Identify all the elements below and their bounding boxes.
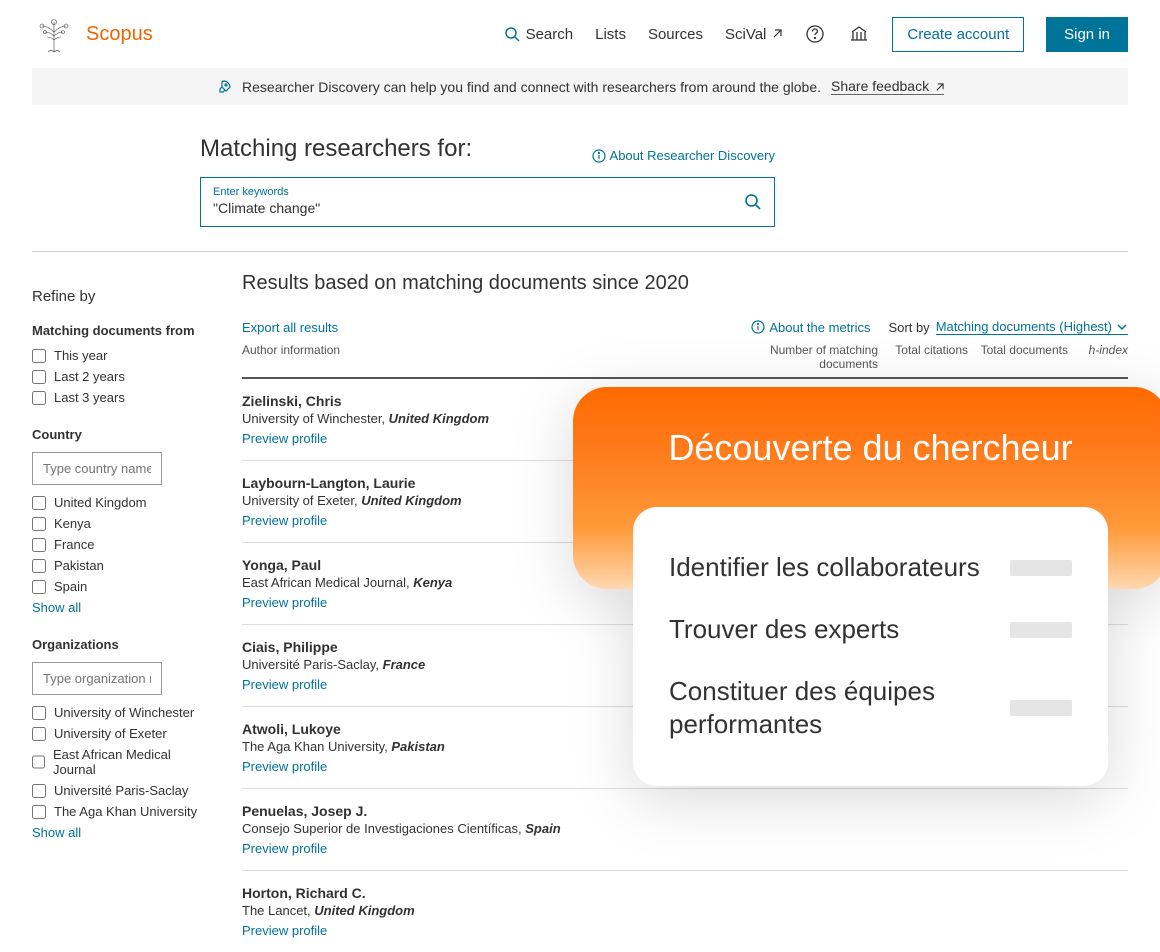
refine-title: Refine by <box>32 288 202 305</box>
create-account-button[interactable]: Create account <box>892 17 1024 52</box>
brand-text: Scopus <box>86 23 153 46</box>
search-section: Matching researchers for: About Research… <box>0 105 1160 227</box>
filter-title-orgs: Organizations <box>32 637 202 652</box>
col-citations: Total citations <box>878 343 968 371</box>
filter-org-winchester[interactable]: University of Winchester <box>32 705 202 720</box>
banner-text: Researcher Discovery can help you find a… <box>242 79 821 95</box>
preview-profile-link[interactable]: Preview profile <box>242 841 327 856</box>
institution-icon[interactable] <box>848 23 870 45</box>
info-icon <box>592 149 606 163</box>
overlay-list: Identifier les collaborateurs Trouver de… <box>633 507 1108 786</box>
about-discovery-link[interactable]: About Researcher Discovery <box>592 148 775 163</box>
organization-input[interactable] <box>32 662 162 695</box>
nav-lists[interactable]: Lists <box>595 26 626 43</box>
external-link-icon <box>772 29 782 39</box>
table-row: Penuelas, Josep J. Consejo Superior de In… <box>242 789 1128 871</box>
search-submit-icon[interactable] <box>744 193 762 211</box>
page-title: Matching researchers for: <box>200 135 472 163</box>
overlay-card: Découverte du chercheur Identifier les c… <box>573 387 1160 589</box>
sort-control: Sort by Matching documents (Highest) <box>889 319 1129 335</box>
filter-title-country: Country <box>32 427 202 442</box>
table-header: Author information Number of matching do… <box>242 343 1128 379</box>
filter-kenya[interactable]: Kenya <box>32 516 202 531</box>
export-results-link[interactable]: Export all results <box>242 320 338 335</box>
table-row: Horton, Richard C. The Lancet, United Kin… <box>242 871 1128 952</box>
preview-profile-link[interactable]: Preview profile <box>242 595 327 610</box>
filter-org-aga-khan[interactable]: The Aga Khan University <box>32 804 202 819</box>
author-name[interactable]: Horton, Richard C. <box>242 885 1128 901</box>
rocket-icon <box>216 79 232 95</box>
author-info: Horton, Richard C. The Lancet, United Kin… <box>242 885 1128 938</box>
logo-area[interactable]: Scopus <box>32 14 153 54</box>
filter-org-eamj[interactable]: East African Medical Journal <box>32 747 202 777</box>
main-nav: Search Lists Sources SciVal Create accou… <box>504 17 1128 52</box>
placeholder-bar <box>1010 560 1072 576</box>
author-info: Penuelas, Josep J. Consejo Superior de In… <box>242 803 1128 856</box>
preview-profile-link[interactable]: Preview profile <box>242 513 327 528</box>
filter-group-country: Country United Kingdom Kenya France Paki… <box>32 427 202 615</box>
info-icon <box>751 320 765 334</box>
country-input[interactable] <box>32 452 162 485</box>
chevron-down-icon <box>1116 321 1128 333</box>
refine-sidebar: Refine by Matching documents from This y… <box>32 252 202 952</box>
filter-this-year[interactable]: This year <box>32 348 202 363</box>
external-link-icon <box>935 83 944 92</box>
overlay-title: Découverte du chercheur <box>623 427 1118 469</box>
content-area: Refine by Matching documents from This y… <box>0 252 1160 952</box>
placeholder-bar <box>1010 622 1072 638</box>
overlay-item-1: Identifier les collaborateurs <box>669 537 1072 599</box>
help-icon[interactable] <box>804 23 826 45</box>
preview-profile-link[interactable]: Preview profile <box>242 759 327 774</box>
filter-org-exeter[interactable]: University of Exeter <box>32 726 202 741</box>
filter-group-orgs: Organizations University of Winchester U… <box>32 637 202 840</box>
results-title: Results based on matching documents sinc… <box>242 272 1128 295</box>
nav-search[interactable]: Search <box>504 26 574 43</box>
nav-sources[interactable]: Sources <box>648 26 703 43</box>
overlay-item-2: Trouver des experts <box>669 599 1072 661</box>
results-meta: Export all results About the metrics Sor… <box>242 319 1128 335</box>
filter-group-documents: Matching documents from This year Last 2… <box>32 323 202 405</box>
elsevier-tree-icon <box>32 14 76 54</box>
about-metrics-link[interactable]: About the metrics <box>751 320 870 335</box>
placeholder-bar <box>1010 700 1072 716</box>
author-name[interactable]: Penuelas, Josep J. <box>242 803 1128 819</box>
preview-profile-link[interactable]: Preview profile <box>242 923 327 938</box>
col-total-docs: Total documents <box>968 343 1068 371</box>
filter-spain[interactable]: Spain <box>32 579 202 594</box>
filter-france[interactable]: France <box>32 537 202 552</box>
search-box[interactable]: Enter keywords <box>200 177 775 227</box>
preview-profile-link[interactable]: Preview profile <box>242 677 327 692</box>
overlay-item-3: Constituer des équipes performantes <box>669 661 1072 757</box>
top-header: Scopus Search Lists Sources SciVal Creat… <box>0 0 1160 68</box>
nav-scival[interactable]: SciVal <box>725 26 782 43</box>
filter-org-paris-saclay[interactable]: Université Paris-Saclay <box>32 783 202 798</box>
sort-label: Sort by <box>889 320 930 335</box>
filter-pakistan[interactable]: Pakistan <box>32 558 202 573</box>
preview-profile-link[interactable]: Preview profile <box>242 431 327 446</box>
search-icon <box>504 26 520 42</box>
filter-last-3-years[interactable]: Last 3 years <box>32 390 202 405</box>
sort-dropdown[interactable]: Matching documents (Highest) <box>936 319 1128 335</box>
author-affiliation: The Lancet, United Kingdom <box>242 903 1128 918</box>
show-all-country[interactable]: Show all <box>32 600 81 615</box>
col-author: Author information <box>242 343 748 371</box>
col-hindex: h-index <box>1068 343 1128 371</box>
filter-uk[interactable]: United Kingdom <box>32 495 202 510</box>
search-input[interactable] <box>213 198 707 216</box>
share-feedback-link[interactable]: Share feedback <box>831 78 944 95</box>
col-matching: Number of matching documents <box>748 343 878 371</box>
search-label: Enter keywords <box>213 186 762 198</box>
filter-last-2-years[interactable]: Last 2 years <box>32 369 202 384</box>
info-banner: Researcher Discovery can help you find a… <box>32 68 1128 105</box>
filter-title-docs: Matching documents from <box>32 323 202 338</box>
author-affiliation: Consejo Superior de Investigaciones Cien… <box>242 821 1128 836</box>
show-all-orgs[interactable]: Show all <box>32 825 81 840</box>
sign-in-button[interactable]: Sign in <box>1046 17 1128 52</box>
